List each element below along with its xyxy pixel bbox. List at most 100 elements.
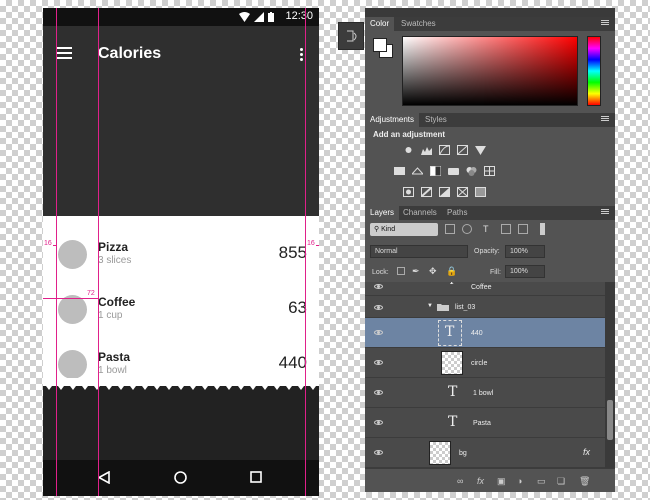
hamburger-menu-icon[interactable] — [56, 47, 72, 59]
add-style-icon[interactable]: fx — [477, 476, 484, 486]
curves-icon[interactable] — [439, 145, 450, 155]
layer-row[interactable]: circle — [365, 348, 605, 378]
filter-toggle[interactable] — [540, 223, 545, 235]
visibility-eye-icon[interactable] — [374, 330, 383, 335]
adjustments-panel-tabs: Adjustments Styles — [365, 113, 615, 127]
layers-list: T Coffee ▼ list_03 T 440 circle T 1 bowl — [365, 282, 605, 468]
tab-channels[interactable]: Channels — [398, 206, 442, 220]
item-title: Pasta — [98, 350, 131, 364]
layers-scrollbar[interactable] — [605, 282, 615, 468]
blend-mode-select[interactable]: Normal — [370, 245, 468, 258]
text-layer-icon: T — [445, 324, 455, 340]
layer-name: list_03 — [455, 304, 476, 311]
left-margin-label: 16 — [43, 240, 53, 248]
filter-adjustment-icon[interactable] — [462, 224, 472, 234]
hue-slider[interactable] — [587, 36, 601, 106]
channel-mixer-icon[interactable] — [466, 166, 477, 176]
color-lookup-icon[interactable] — [484, 166, 495, 176]
link-layers-icon[interactable]: ∞ — [457, 476, 463, 486]
new-group-icon[interactable]: ▭ — [537, 476, 546, 487]
visibility-eye-icon[interactable] — [374, 360, 383, 365]
color-field[interactable] — [402, 36, 578, 106]
fill-field[interactable]: 100% — [505, 265, 545, 278]
history-icon — [347, 30, 357, 42]
filter-kind-label: Kind — [381, 226, 396, 233]
visibility-eye-icon[interactable] — [374, 305, 383, 310]
panel-menu-icon[interactable] — [601, 116, 609, 124]
layer-group-row[interactable]: ▼ list_03 — [365, 296, 605, 318]
status-bar: 12:30 — [43, 8, 319, 26]
scrollbar-thumb[interactable] — [607, 400, 613, 440]
back-icon[interactable] — [98, 471, 110, 484]
disclosure-triangle-icon[interactable]: ▼ — [427, 303, 433, 309]
home-icon[interactable] — [174, 471, 187, 484]
layer-filter-select[interactable]: ⚲ Kind — [370, 223, 438, 236]
text-layer-icon: T — [448, 282, 455, 287]
item-detail: 1 cup — [98, 310, 123, 321]
photo-filter-icon[interactable] — [448, 166, 459, 176]
add-mask-icon[interactable]: ▣ — [497, 476, 506, 487]
battery-icon — [268, 12, 274, 22]
panel-menu-icon[interactable] — [601, 20, 609, 28]
foreground-color-swatch[interactable] — [373, 38, 387, 52]
hue-saturation-icon[interactable] — [394, 166, 405, 176]
lock-pixels-icon[interactable]: ✒ — [412, 266, 420, 277]
threshold-icon[interactable] — [439, 187, 450, 197]
gradient-map-icon[interactable] — [475, 187, 486, 197]
app-bar: Calories — [43, 26, 319, 216]
lock-all-icon[interactable]: 🔒 — [446, 266, 457, 277]
brightness-icon[interactable] — [403, 145, 414, 155]
layer-row[interactable]: T Coffee — [365, 282, 605, 296]
visibility-eye-icon[interactable] — [374, 420, 383, 425]
selective-color-icon[interactable] — [457, 187, 468, 197]
opacity-field[interactable]: 100% — [505, 245, 545, 258]
layer-name: circle — [471, 360, 488, 367]
layer-row[interactable]: T Pasta — [365, 408, 605, 438]
history-panel-collapsed[interactable] — [338, 22, 364, 50]
item-calories: 855 — [278, 243, 307, 262]
delete-layer-icon[interactable]: 🗑 — [579, 476, 590, 487]
filter-type-icon[interactable]: T — [483, 224, 489, 234]
posterize-icon[interactable] — [421, 187, 432, 197]
layer-row[interactable]: T 1 bowl — [365, 378, 605, 408]
lock-label: Lock: — [372, 269, 389, 276]
lock-transparent-icon[interactable] — [397, 267, 405, 275]
item-detail: 3 slices — [98, 255, 132, 266]
list-item[interactable]: Coffee 1 cup 63 — [43, 285, 319, 340]
levels-icon[interactable] — [421, 145, 432, 155]
visibility-eye-icon[interactable] — [374, 284, 383, 289]
dock-header[interactable] — [365, 8, 615, 17]
layers-panel-tabs: Layers Channels Paths — [365, 206, 615, 220]
item-calories: 440 — [278, 353, 307, 372]
visibility-eye-icon[interactable] — [374, 450, 383, 455]
new-adjustment-icon[interactable]: ◑ — [517, 476, 522, 486]
tab-styles[interactable]: Styles — [420, 113, 452, 127]
opacity-label: Opacity: — [474, 248, 500, 255]
recents-icon[interactable] — [250, 471, 262, 483]
lock-position-icon[interactable]: ✥ — [429, 266, 437, 277]
exposure-icon[interactable] — [457, 145, 468, 155]
panel-menu-icon[interactable] — [601, 209, 609, 217]
invert-icon[interactable] — [403, 187, 414, 197]
color-panel-tabs: Color Swatches — [365, 17, 615, 31]
new-layer-icon[interactable]: ❏ — [557, 476, 565, 487]
tab-swatches[interactable]: Swatches — [396, 17, 441, 31]
filter-shape-icon[interactable] — [501, 224, 511, 234]
vibrance-icon[interactable] — [475, 145, 486, 155]
list-item[interactable]: Pizza 3 slices 855 — [43, 230, 319, 285]
color-balance-icon[interactable] — [412, 166, 423, 176]
tab-color[interactable]: Color — [365, 17, 395, 31]
filter-pixel-icon[interactable] — [445, 224, 455, 234]
visibility-eye-icon[interactable] — [374, 390, 383, 395]
filter-smart-object-icon[interactable] — [518, 224, 528, 234]
black-white-icon[interactable] — [430, 166, 441, 176]
layer-effects-icon[interactable]: fx — [583, 447, 590, 457]
tab-layers[interactable]: Layers — [365, 206, 400, 220]
overflow-menu-icon[interactable] — [300, 48, 304, 63]
guide-line — [305, 8, 306, 496]
tab-paths[interactable]: Paths — [442, 206, 472, 220]
layer-row[interactable]: bg fx — [365, 438, 605, 468]
photoshop-panels: Color Swatches Adjustments Styles Add an… — [365, 8, 615, 492]
layer-row-selected[interactable]: T 440 — [365, 318, 605, 348]
tab-adjustments[interactable]: Adjustments — [365, 113, 420, 127]
